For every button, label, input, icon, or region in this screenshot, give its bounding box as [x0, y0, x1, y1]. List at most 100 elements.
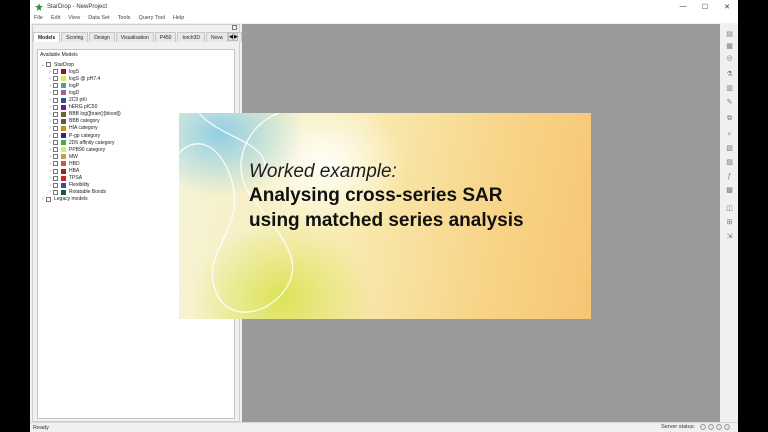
menu-help[interactable]: Help — [173, 15, 184, 21]
toolbar-tool-icon[interactable]: ▩ — [725, 186, 734, 195]
menu-tools[interactable]: Tools — [118, 15, 131, 21]
tab-torch3d[interactable]: torch3D — [177, 32, 205, 42]
model-checkbox[interactable] — [53, 175, 58, 181]
toolbar-tool-icon[interactable]: ▥ — [725, 84, 734, 93]
tree-item[interactable]: › logP — [47, 82, 79, 89]
model-checkbox[interactable] — [53, 168, 58, 174]
tree-root-legacy[interactable]: › Legacy models — [40, 196, 88, 203]
tab-scoring[interactable]: Scoring — [61, 32, 89, 42]
tree-root-stardrop[interactable]: ⌄ StarDrop — [40, 61, 74, 68]
tab-scroll-right-icon[interactable]: ▶ — [233, 32, 238, 41]
tree-item[interactable]: › HBD — [47, 160, 80, 167]
model-checkbox[interactable] — [53, 189, 58, 195]
toolbar-tool-icon[interactable]: ✎ — [725, 98, 734, 107]
tree-item[interactable]: › MW — [47, 153, 78, 160]
menu-file[interactable]: File — [34, 15, 43, 21]
tree-item-label: logS @ pH7.4 — [69, 75, 101, 82]
tree-item[interactable]: › P-gp category — [47, 132, 100, 139]
menu-data-set[interactable]: Data Set — [88, 15, 109, 21]
tab-nova[interactable]: Nova — [205, 32, 228, 42]
model-checkbox[interactable] — [53, 161, 58, 167]
model-checkbox[interactable] — [53, 133, 58, 138]
model-checkbox[interactable] — [53, 154, 58, 160]
model-checkbox[interactable] — [53, 90, 58, 96]
model-checkbox[interactable] — [53, 111, 58, 117]
tree-item[interactable]: › BBB log([brain]:[blood]) — [47, 111, 121, 118]
model-color-swatch — [61, 175, 66, 181]
tree-item-label: PPB90 category — [69, 146, 106, 153]
tab-p450[interactable]: P450 — [154, 32, 177, 42]
model-color-swatch — [61, 154, 66, 160]
menu-edit[interactable]: Edit — [51, 15, 60, 21]
model-checkbox[interactable] — [53, 69, 58, 75]
model-checkbox[interactable] — [53, 140, 58, 146]
model-color-swatch — [61, 147, 66, 153]
model-color-swatch — [61, 161, 66, 167]
menu-query-tool[interactable]: Query Tool — [138, 15, 165, 21]
toolbar-tool-icon[interactable]: ▨ — [725, 158, 734, 167]
model-checkbox[interactable] — [53, 125, 58, 131]
model-checkbox[interactable] — [53, 97, 58, 103]
toolbar-tool-icon[interactable]: ⇲ — [725, 232, 734, 241]
model-checkbox[interactable] — [53, 76, 58, 82]
toolbar-tool-icon[interactable]: ▦ — [725, 42, 734, 51]
tree-item-label: BBB log([brain]:[blood]) — [69, 111, 121, 118]
model-checkbox[interactable] — [53, 118, 58, 124]
tree-item[interactable]: › logD — [47, 89, 79, 96]
tree-header: Available Models — [40, 52, 78, 58]
model-checkbox[interactable] — [53, 104, 58, 110]
tree-item[interactable]: › TPSA — [47, 175, 82, 182]
model-checkbox[interactable] — [53, 83, 58, 89]
model-checkbox[interactable] — [53, 182, 58, 188]
tree-item-label: BBB category — [69, 118, 100, 125]
tab-design[interactable]: Design — [89, 32, 115, 42]
model-checkbox[interactable] — [53, 147, 58, 153]
tree-item[interactable]: › Flexibility — [47, 182, 90, 189]
tree-item[interactable]: › Rotatable Bonds — [47, 189, 106, 196]
toolbar-tool-icon[interactable]: ⌕ — [725, 130, 734, 139]
tree-item-label: Rotatable Bonds — [69, 189, 106, 196]
tree-item[interactable]: › HBA — [47, 168, 79, 175]
toolbar-tool-icon[interactable]: ◎ — [725, 54, 734, 63]
right-toolbar: ▤ ▦ ◎ ⚗ ▥ ✎ ⧉ ⌕ ▧ ▨ ƒ ▩ ◫ ⊞ ⇲ — [722, 24, 738, 422]
tree-item[interactable]: › HIA category — [47, 125, 97, 132]
title-bar: StarDrop - NewProject — ☐ ✕ — [30, 0, 738, 13]
tree-item-label: StarDrop — [54, 61, 75, 68]
toolbar-tool-icon[interactable]: ⚗ — [725, 70, 734, 79]
minimize-button[interactable]: — — [672, 0, 694, 13]
tree-item-label: hERG pIC50 — [69, 104, 98, 111]
undock-icon[interactable] — [232, 25, 237, 30]
panel-tabs: Models Scoring Design Visualisation P450… — [33, 32, 242, 42]
model-color-swatch — [61, 189, 66, 195]
tree-item[interactable]: › logS @ pH7.4 — [47, 75, 100, 82]
tree-item[interactable]: › logS — [47, 68, 79, 75]
tab-models[interactable]: Models — [33, 32, 61, 42]
tab-visualisation[interactable]: Visualisation — [115, 32, 154, 42]
tree-item[interactable]: › 2D6 affinity category — [47, 139, 115, 146]
tree-item[interactable]: › 2C9 pKi — [47, 97, 87, 104]
maximize-button[interactable]: ☐ — [694, 0, 716, 13]
server-status-icon — [700, 424, 706, 430]
banner-title-line-2: using matched series analysis — [249, 210, 524, 231]
model-color-swatch — [61, 76, 66, 82]
toolbar-tool-icon[interactable]: ◫ — [725, 204, 734, 213]
server-status-label: Server status: — [661, 424, 695, 430]
toolbar-tool-icon[interactable]: ▤ — [725, 30, 734, 39]
model-checkbox[interactable] — [46, 196, 51, 202]
toolbar-tool-icon[interactable]: ▧ — [725, 144, 734, 153]
tree-item[interactable]: › PPB90 category — [47, 146, 105, 153]
toolbar-tool-icon[interactable]: ƒ — [725, 172, 734, 181]
tree-item-label: HBD — [69, 160, 80, 167]
model-checkbox[interactable] — [46, 62, 51, 67]
tree-item-label: 2D6 affinity category — [69, 139, 115, 146]
menu-view[interactable]: View — [68, 15, 80, 21]
tree-item[interactable]: › BBB category — [47, 118, 100, 125]
close-button[interactable]: ✕ — [716, 0, 738, 13]
toolbar-tool-icon[interactable]: ⊞ — [725, 218, 734, 227]
tree-item-label: Legacy models — [54, 196, 88, 203]
tree-item-label: Flexibility — [69, 182, 90, 189]
toolbar-tool-icon[interactable]: ⧉ — [725, 114, 734, 123]
tree-item[interactable]: › hERG pIC50 — [47, 104, 97, 111]
model-color-swatch — [61, 133, 66, 138]
model-color-swatch — [61, 168, 66, 174]
